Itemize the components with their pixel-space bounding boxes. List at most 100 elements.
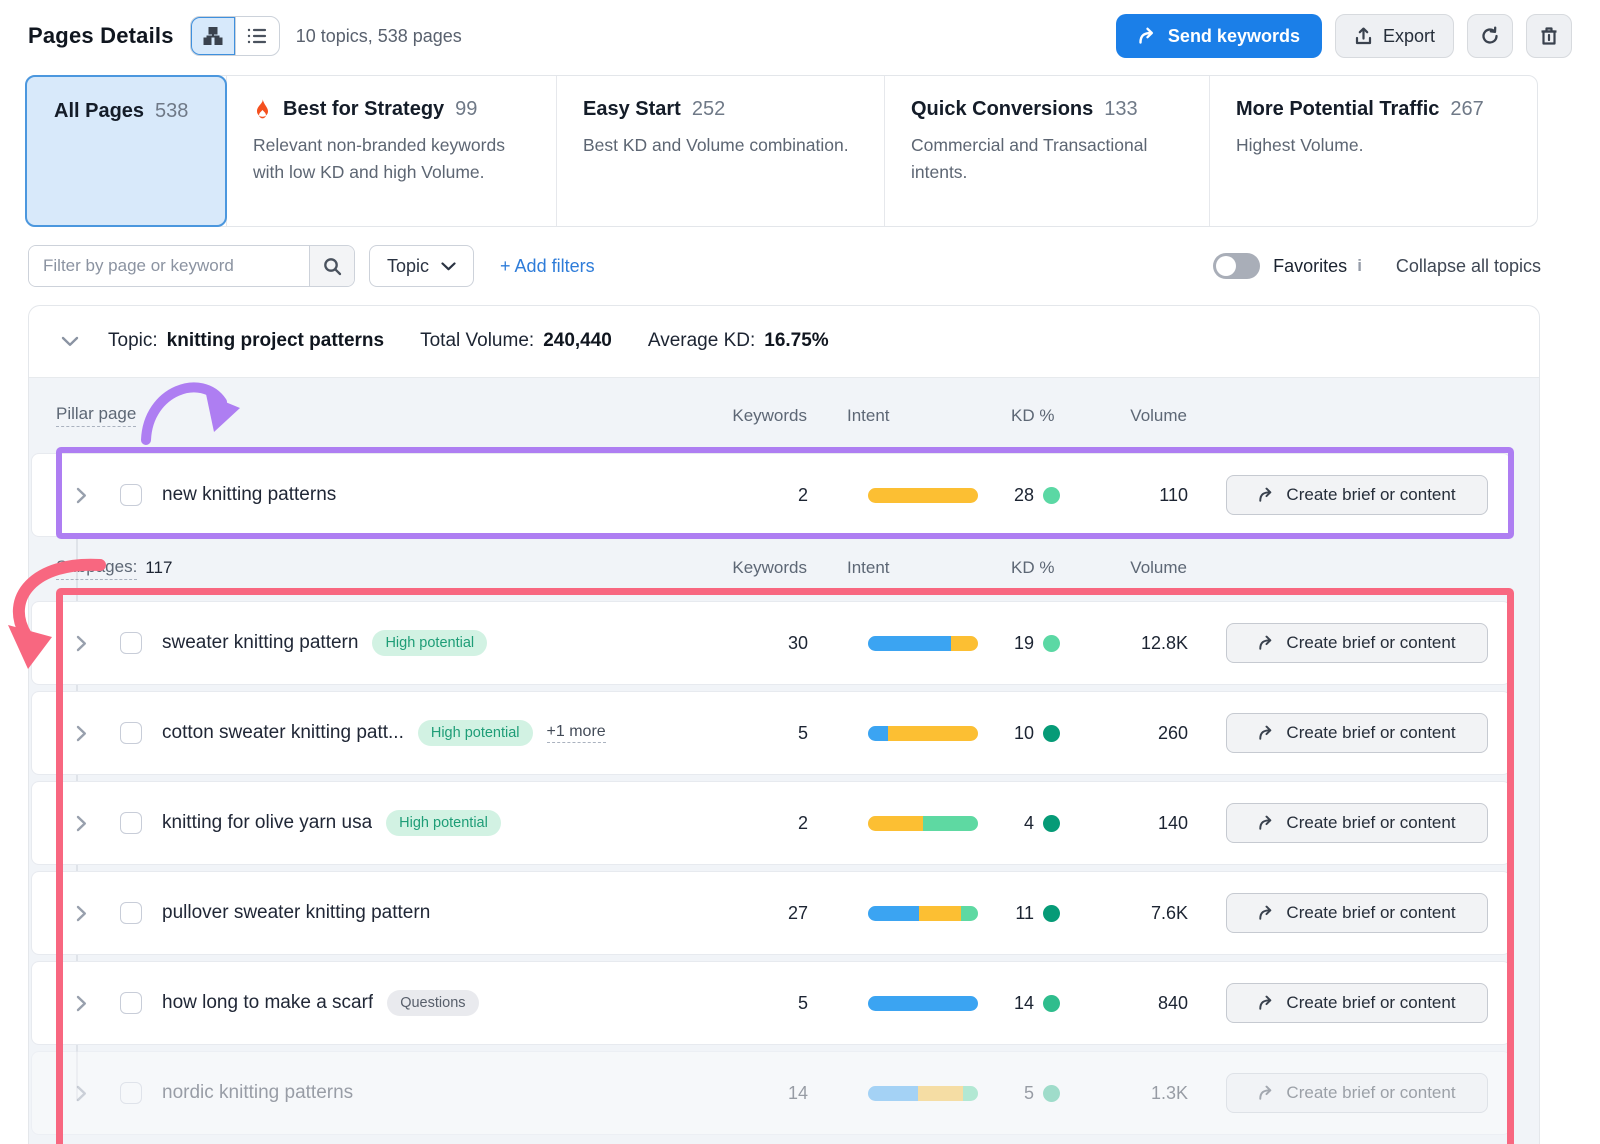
volume-value: 12.8K	[1098, 633, 1218, 654]
page-title-text[interactable]: knitting for olive yarn usa	[162, 812, 372, 834]
pages-table: Pillar page Keywords Intent KD % Volume …	[29, 377, 1539, 1144]
table-row: pullover sweater knitting pattern 27 11 …	[31, 871, 1511, 955]
send-arrow-icon	[1258, 905, 1275, 921]
expand-row-chevron-icon[interactable]	[32, 995, 104, 1012]
column-header-kd: KD %	[957, 406, 1097, 426]
refresh-button[interactable]	[1467, 14, 1513, 58]
kd-dot	[1043, 995, 1060, 1012]
topic-total-volume: Total Volume:240,440	[420, 330, 612, 352]
search-button[interactable]	[309, 246, 354, 286]
create-brief-button[interactable]: Create brief or content	[1226, 803, 1488, 843]
more-badges-link[interactable]: +1 more	[547, 723, 606, 743]
send-arrow-icon	[1258, 815, 1275, 831]
subpages-label[interactable]: Subpages:	[56, 557, 137, 580]
expand-row-chevron-icon[interactable]	[32, 1085, 104, 1102]
kd-value: 5	[1024, 1083, 1034, 1104]
toggle-knob	[1216, 256, 1236, 276]
pillar-header-row: Pillar page Keywords Intent KD % Volume	[31, 381, 1511, 450]
row-checkbox[interactable]	[120, 1082, 142, 1104]
kd-dot	[1043, 725, 1060, 742]
send-keywords-button[interactable]: Send keywords	[1116, 14, 1322, 58]
table-row: nordic knitting patterns 14 5 1.3K Creat…	[31, 1051, 1511, 1135]
row-checkbox[interactable]	[120, 992, 142, 1014]
table-row: knitting for olive yarn usa High potenti…	[31, 781, 1511, 865]
page-title-text[interactable]: cotton sweater knitting patt...	[162, 722, 404, 744]
page-title-text[interactable]: sweater knitting pattern	[162, 632, 358, 654]
high-potential-badge: High potential	[372, 630, 487, 656]
create-brief-button[interactable]: Create brief or content	[1226, 983, 1488, 1023]
column-header-keywords: Keywords	[717, 558, 807, 578]
export-icon	[1354, 27, 1373, 46]
expand-row-chevron-icon[interactable]	[32, 725, 104, 742]
collapse-topic-chevron-icon[interactable]	[61, 336, 79, 347]
page-title-text[interactable]: how long to make a scarf	[162, 992, 373, 1014]
topic-name: Topic:knitting project patterns	[108, 330, 384, 352]
tab-quick-conversions[interactable]: Quick Conversions 133 Commercial and Tra…	[884, 76, 1209, 226]
row-checkbox[interactable]	[120, 484, 142, 506]
kd-value: 4	[1024, 813, 1034, 834]
tab-best-for-strategy[interactable]: Best for Strategy 99 Relevant non-brande…	[226, 76, 556, 226]
tab-description: Highest Volume.	[1236, 132, 1508, 159]
page-title: Pages Details	[28, 23, 174, 49]
search-icon	[323, 257, 342, 276]
expand-row-chevron-icon[interactable]	[32, 487, 104, 504]
page-title-text[interactable]: nordic knitting patterns	[162, 1082, 353, 1104]
create-brief-button[interactable]: Create brief or content	[1226, 475, 1488, 515]
tab-easy-start[interactable]: Easy Start 252 Best KD and Volume combin…	[556, 76, 884, 226]
collapse-all-topics-link[interactable]: Collapse all topics	[1396, 256, 1541, 277]
delete-button[interactable]	[1526, 14, 1572, 58]
top-actions: Send keywords Export	[1116, 14, 1572, 58]
tab-description: Relevant non-branded keywords with low K…	[253, 132, 525, 186]
column-header-intent: Intent	[807, 558, 957, 578]
row-checkbox[interactable]	[120, 722, 142, 744]
row-checkbox[interactable]	[120, 902, 142, 924]
pillar-row: new knitting patterns 2 28 110 Create br…	[31, 453, 1511, 537]
tree-view-button[interactable]	[191, 17, 235, 55]
favorites-label: Favorites	[1273, 256, 1347, 277]
add-filters-link[interactable]: + Add filters	[500, 256, 595, 277]
topic-summary-row: Topic:knitting project patterns Total Vo…	[29, 306, 1539, 376]
volume-value: 1.3K	[1098, 1083, 1218, 1104]
table-row: sweater knitting pattern High potential …	[31, 601, 1511, 685]
pillar-page-label[interactable]: Pillar page	[56, 404, 136, 427]
column-header-volume: Volume	[1097, 558, 1217, 578]
trash-icon	[1540, 26, 1558, 46]
keywords-count: 14	[718, 1083, 808, 1104]
send-arrow-icon	[1138, 27, 1157, 45]
row-checkbox[interactable]	[120, 812, 142, 834]
search-input[interactable]	[29, 246, 309, 286]
column-header-volume: Volume	[1097, 406, 1217, 426]
export-button[interactable]: Export	[1335, 14, 1454, 58]
keywords-count: 5	[718, 723, 808, 744]
create-brief-button[interactable]: Create brief or content	[1226, 893, 1488, 933]
row-checkbox[interactable]	[120, 632, 142, 654]
volume-value: 140	[1098, 813, 1218, 834]
expand-row-chevron-icon[interactable]	[32, 905, 104, 922]
sitemap-icon	[203, 26, 223, 46]
view-toggle	[190, 16, 280, 56]
table-row: cotton sweater knitting patt... High pot…	[31, 691, 1511, 775]
page-title-text[interactable]: new knitting patterns	[162, 484, 336, 506]
keywords-count: 5	[718, 993, 808, 1014]
kd-value: 19	[1014, 633, 1034, 654]
create-brief-button[interactable]: Create brief or content	[1226, 713, 1488, 753]
volume-value: 110	[1098, 485, 1218, 506]
top-bar: Pages Details 10 topics, 538 pages Send …	[0, 0, 1600, 72]
create-brief-button[interactable]: Create brief or content	[1226, 623, 1488, 663]
favorites-toggle[interactable]	[1213, 253, 1260, 279]
page-title-text[interactable]: pullover sweater knitting pattern	[162, 902, 430, 924]
table-row: how long to make a scarf Questions 5 14 …	[31, 961, 1511, 1045]
tab-all-pages[interactable]: All Pages 538	[25, 75, 227, 227]
kd-dot	[1043, 635, 1060, 652]
create-brief-button[interactable]: Create brief or content	[1226, 1073, 1488, 1113]
tab-more-potential-traffic[interactable]: More Potential Traffic 267 Highest Volum…	[1209, 76, 1537, 226]
topic-filter-dropdown[interactable]: Topic	[369, 245, 474, 287]
info-icon[interactable]: i	[1357, 256, 1362, 276]
tab-description: Commercial and Transactional intents.	[911, 132, 1183, 186]
tab-description: Best KD and Volume combination.	[583, 132, 855, 159]
expand-row-chevron-icon[interactable]	[32, 815, 104, 832]
strategy-tabs: All Pages 538 Best for Strategy 99 Relev…	[25, 75, 1538, 227]
send-arrow-icon	[1258, 725, 1275, 741]
expand-row-chevron-icon[interactable]	[32, 635, 104, 652]
list-view-button[interactable]	[235, 17, 279, 55]
